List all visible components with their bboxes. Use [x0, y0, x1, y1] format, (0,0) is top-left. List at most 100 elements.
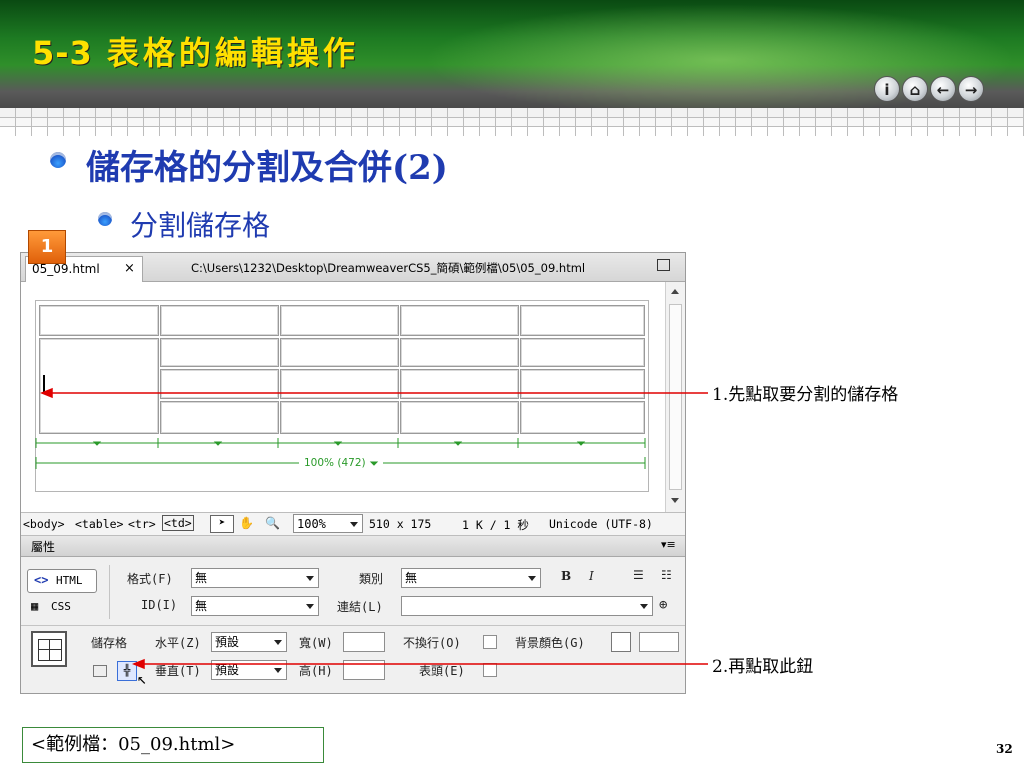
header-checkbox[interactable] [483, 663, 497, 677]
file-path: C:\Users\1232\Desktop\DreamweaverCS5_簡碩\… [191, 261, 586, 275]
table-cell[interactable] [520, 338, 645, 367]
tab-filename: 05_09.html [32, 262, 100, 276]
vertical-scrollbar[interactable] [665, 282, 685, 512]
callout-split-button: 2.再點取此鈕 [712, 657, 814, 677]
properties-title: 屬性 [31, 540, 56, 554]
italic-button[interactable]: I [589, 569, 594, 583]
table-cell[interactable] [160, 338, 279, 367]
tag-body[interactable]: <body> [23, 517, 65, 531]
width-input[interactable] [343, 632, 385, 652]
dreamweaver-window: 05_09.html × C:\Users\1232\Desktop\Dream… [20, 252, 686, 694]
table-cell[interactable] [280, 338, 399, 367]
header-band: 5-3 表格的編輯操作 i ⌂ ← → [0, 0, 1024, 108]
slide-title: 5-3 表格的編輯操作 [32, 28, 359, 74]
ordered-list-icon[interactable]: ☷ [661, 568, 672, 582]
table-cell[interactable] [280, 305, 399, 336]
html-mode-button[interactable]: <> HTML [27, 569, 97, 593]
chevron-down-icon [274, 640, 282, 645]
callout-select-cell: 1.先點取要分割的儲存格 [712, 385, 899, 405]
tag-td[interactable]: <td> [162, 515, 194, 531]
table-cell[interactable] [400, 369, 519, 399]
format-select[interactable]: 無 [191, 568, 319, 588]
restore-window-icon[interactable] [657, 259, 670, 271]
table-cell[interactable] [280, 369, 399, 399]
scroll-up-icon[interactable] [671, 289, 679, 294]
bullet-icon [50, 152, 66, 168]
horizontal-label: 水平(Z) [155, 636, 201, 650]
chevron-down-icon [274, 668, 282, 673]
forward-arrow-icon[interactable]: → [958, 76, 984, 102]
zoom-select[interactable]: 100% [293, 514, 363, 533]
table-cell[interactable] [400, 338, 519, 367]
decorative-grid-strip [0, 108, 1024, 136]
selected-table-cell[interactable] [39, 338, 159, 434]
table-cell[interactable] [160, 369, 279, 399]
table-cell[interactable] [400, 305, 519, 336]
nowrap-label: 不換行(O) [403, 636, 461, 650]
split-cell-button[interactable]: ╬ [117, 661, 137, 681]
table-cell[interactable] [39, 305, 159, 336]
scroll-down-icon[interactable] [671, 498, 679, 503]
chevron-down-icon [306, 604, 314, 609]
mouse-cursor-icon: ↖ [137, 669, 147, 688]
chevron-down-icon [528, 576, 536, 581]
back-arrow-icon[interactable]: ← [930, 76, 956, 102]
page-number: 32 [996, 742, 1013, 756]
vertical-label: 垂直(T) [155, 664, 201, 678]
table-cell[interactable] [520, 401, 645, 434]
encoding: Unicode (UTF-8) [549, 517, 653, 531]
section-heading: 儲存格的分割及合併(2) [86, 148, 448, 188]
text-cursor [43, 375, 45, 393]
info-icon[interactable]: i [874, 76, 900, 102]
bgcolor-input[interactable] [639, 632, 679, 652]
unordered-list-icon[interactable]: ☰ [633, 568, 644, 582]
vertical-select[interactable]: 預設 [211, 660, 287, 680]
merge-cells-icon[interactable] [93, 665, 107, 677]
class-label: 類別 [359, 572, 384, 586]
close-icon[interactable]: × [124, 261, 135, 276]
table-width-label: 100% (472) [304, 457, 366, 469]
horizontal-select[interactable]: 預設 [211, 632, 287, 652]
cell-properties-icon [31, 631, 67, 667]
properties-panel-header: 屬性 ▾≡ [21, 536, 685, 557]
class-select[interactable]: 無 [401, 568, 541, 588]
home-icon[interactable]: ⌂ [902, 76, 928, 102]
table-cell[interactable] [520, 369, 645, 399]
zoom-tool-icon[interactable]: 🔍 [265, 516, 280, 530]
divider [109, 565, 110, 619]
table-cell[interactable] [400, 401, 519, 434]
design-view[interactable]: 100% (472) [21, 282, 665, 512]
divider [21, 625, 685, 626]
table-cell[interactable] [280, 401, 399, 434]
height-label: 高(H) [299, 664, 333, 678]
select-tool-icon[interactable]: ➤ [210, 515, 234, 533]
css-mode-button[interactable]: ▦ CSS [29, 597, 97, 617]
window-size[interactable]: 510 x 175 [369, 517, 431, 531]
height-input[interactable] [343, 660, 385, 680]
section-number: 5-3 [32, 34, 93, 72]
nowrap-checkbox[interactable] [483, 635, 497, 649]
step-badge: 1 [28, 230, 66, 264]
download-size: 1 K / 1 秒 [462, 518, 529, 532]
scroll-thumb[interactable] [669, 304, 682, 490]
css-icon: ▦ [31, 599, 39, 613]
table-cell[interactable] [160, 401, 279, 434]
hand-tool-icon[interactable]: ✋ [239, 516, 254, 530]
table-cell[interactable] [160, 305, 279, 336]
status-bar: <body> <table> <tr> <td> ➤ ✋ 🔍 100% 510 … [21, 512, 685, 536]
point-to-file-icon[interactable]: ⊕ [659, 597, 667, 613]
table-cell[interactable] [520, 305, 645, 336]
cell-label: 儲存格 [91, 636, 128, 650]
tag-tr[interactable]: <tr> [128, 517, 156, 531]
link-input[interactable] [401, 596, 653, 616]
chevron-down-icon [640, 604, 648, 609]
color-picker-button[interactable] [611, 632, 631, 652]
id-select[interactable]: 無 [191, 596, 319, 616]
tag-table[interactable]: <table> [75, 517, 123, 531]
document-tab-bar: 05_09.html × C:\Users\1232\Desktop\Dream… [21, 253, 685, 282]
bgcolor-label: 背景顏色(G) [515, 636, 585, 650]
panel-menu-icon[interactable]: ▾≡ [661, 538, 676, 551]
bullet-icon [98, 212, 112, 226]
bold-button[interactable]: B [561, 569, 571, 583]
chevron-down-icon [350, 522, 358, 527]
